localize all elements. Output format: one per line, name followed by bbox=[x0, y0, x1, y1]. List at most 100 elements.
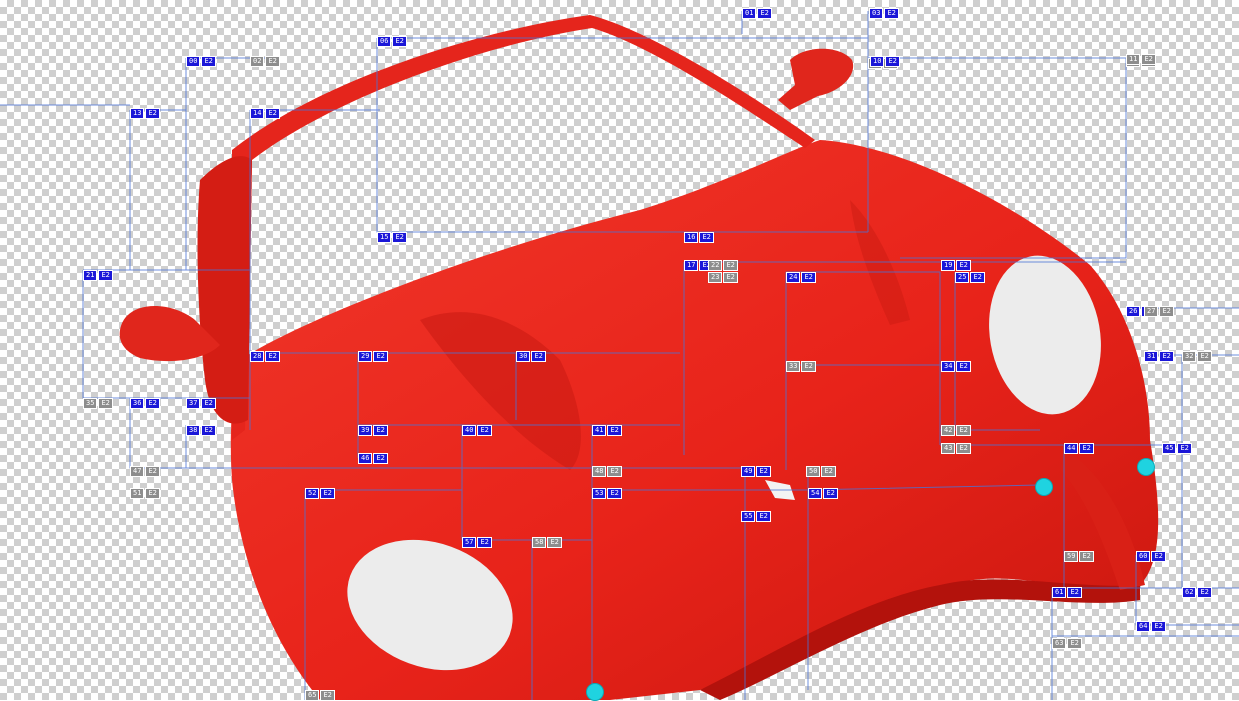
tag-37[interactable]: 37 E2 bbox=[186, 398, 216, 409]
tag-mark: E2 bbox=[265, 108, 280, 119]
tag-40[interactable]: 40 E2 bbox=[462, 425, 492, 436]
tag-19[interactable]: 19 E2 bbox=[941, 260, 971, 271]
handle-bottom[interactable] bbox=[586, 683, 604, 701]
right-mirror bbox=[778, 48, 854, 110]
mesh-editor-viewport[interactable]: 00E201E202E203E204E205E206E210E211E213E2… bbox=[0, 0, 1239, 701]
tag-29[interactable]: 29 E2 bbox=[358, 351, 388, 362]
tag-42[interactable]: 42 E2 bbox=[941, 425, 971, 436]
tag-51[interactable]: 51 E2 bbox=[130, 488, 160, 499]
tag-54[interactable]: 54 E2 bbox=[808, 488, 838, 499]
tag-11[interactable]: 11 E2 bbox=[1126, 54, 1156, 65]
tag-id: 41 bbox=[592, 425, 607, 436]
tag-65[interactable]: 65 E2 bbox=[305, 690, 335, 701]
tag-id: 16 bbox=[684, 232, 699, 243]
tag-15[interactable]: 15 E2 bbox=[377, 232, 407, 243]
tag-id: 00 bbox=[186, 56, 201, 67]
tag-24[interactable]: 24 E2 bbox=[786, 272, 816, 283]
tag-00[interactable]: 00 E2 bbox=[186, 56, 216, 67]
tag-id: 30 bbox=[516, 351, 531, 362]
tag-06[interactable]: 06 E2 bbox=[377, 36, 407, 47]
tag-52[interactable]: 52 E2 bbox=[305, 488, 335, 499]
handle-bumper-left[interactable] bbox=[1035, 478, 1053, 496]
tag-27[interactable]: 27 E2 bbox=[1144, 306, 1174, 317]
tag-mark: E2 bbox=[98, 398, 113, 409]
tag-id: 61 bbox=[1052, 587, 1067, 598]
tag-id: 31 bbox=[1144, 351, 1159, 362]
tag-mark: E2 bbox=[373, 351, 388, 362]
tag-38[interactable]: 38 E2 bbox=[186, 425, 216, 436]
tag-id: 33 bbox=[786, 361, 801, 372]
tag-33[interactable]: 33 E2 bbox=[786, 361, 816, 372]
tag-62[interactable]: 62 E2 bbox=[1182, 587, 1212, 598]
tag-id: 49 bbox=[741, 466, 756, 477]
tag-13[interactable]: 13 E2 bbox=[130, 108, 160, 119]
tag-mark: E2 bbox=[373, 453, 388, 464]
tag-47[interactable]: 47 E2 bbox=[130, 466, 160, 477]
tag-02[interactable]: 02 E2 bbox=[250, 56, 280, 67]
tag-21[interactable]: 21 E2 bbox=[83, 270, 113, 281]
tag-id: 55 bbox=[741, 511, 756, 522]
tag-id: 02 bbox=[250, 56, 265, 67]
tag-id: 13 bbox=[130, 108, 145, 119]
tag-mark: E2 bbox=[547, 537, 562, 548]
tag-46[interactable]: 46 E2 bbox=[358, 453, 388, 464]
tag-id: 34 bbox=[941, 361, 956, 372]
tag-id: 28 bbox=[250, 351, 265, 362]
tag-mark: E2 bbox=[1151, 551, 1166, 562]
tag-57[interactable]: 57 E2 bbox=[462, 537, 492, 548]
tag-id: 06 bbox=[377, 36, 392, 47]
tag-mark: E2 bbox=[801, 361, 816, 372]
tag-50[interactable]: 50 E2 bbox=[806, 466, 836, 477]
tag-mark: E2 bbox=[1151, 621, 1166, 632]
tag-59[interactable]: 59 E2 bbox=[1064, 551, 1094, 562]
tag-61[interactable]: 61 E2 bbox=[1052, 587, 1082, 598]
tag-36[interactable]: 36 E2 bbox=[130, 398, 160, 409]
tag-41[interactable]: 41 E2 bbox=[592, 425, 622, 436]
tag-mark: E2 bbox=[477, 425, 492, 436]
tag-id: 21 bbox=[83, 270, 98, 281]
tag-43[interactable]: 43 E2 bbox=[941, 443, 971, 454]
tag-32[interactable]: 32 E2 bbox=[1182, 351, 1212, 362]
tag-mark: E2 bbox=[956, 425, 971, 436]
tag-63[interactable]: 63 E2 bbox=[1052, 638, 1082, 649]
handle-bumper-right[interactable] bbox=[1137, 458, 1155, 476]
tag-mark: E2 bbox=[607, 466, 622, 477]
tag-30[interactable]: 30 E2 bbox=[516, 351, 546, 362]
tag-53[interactable]: 53 E2 bbox=[592, 488, 622, 499]
tag-mark: E2 bbox=[477, 537, 492, 548]
tag-mark: E2 bbox=[1159, 306, 1174, 317]
tag-44[interactable]: 44 E2 bbox=[1064, 443, 1094, 454]
tag-10[interactable]: 10 E2 bbox=[870, 56, 900, 67]
tag-id: 65 bbox=[305, 690, 320, 701]
tag-mark: E2 bbox=[145, 398, 160, 409]
tag-64[interactable]: 64 E2 bbox=[1136, 621, 1166, 632]
tag-03[interactable]: 03 E2 bbox=[869, 8, 899, 19]
tag-16[interactable]: 16 E2 bbox=[684, 232, 714, 243]
tag-mark: E2 bbox=[699, 232, 714, 243]
tag-id: 46 bbox=[358, 453, 373, 464]
tag-31[interactable]: 31 E2 bbox=[1144, 351, 1174, 362]
tag-35[interactable]: 35 E2 bbox=[83, 398, 113, 409]
tag-55[interactable]: 55 E2 bbox=[741, 511, 771, 522]
tag-mark: E2 bbox=[821, 466, 836, 477]
tag-mark: E2 bbox=[956, 361, 971, 372]
tag-mark: E2 bbox=[1079, 551, 1094, 562]
tag-34[interactable]: 34 E2 bbox=[941, 361, 971, 372]
tag-01[interactable]: 01 E2 bbox=[742, 8, 772, 19]
tag-mark: E2 bbox=[723, 272, 738, 283]
tag-mark: E2 bbox=[1197, 587, 1212, 598]
tag-48[interactable]: 48 E2 bbox=[592, 466, 622, 477]
tag-23[interactable]: 23 E2 bbox=[708, 272, 738, 283]
tag-14[interactable]: 14 E2 bbox=[250, 108, 280, 119]
tag-60[interactable]: 60 E2 bbox=[1136, 551, 1166, 562]
tag-id: 58 bbox=[532, 537, 547, 548]
tag-id: 37 bbox=[186, 398, 201, 409]
tag-22[interactable]: 22 E2 bbox=[708, 260, 738, 271]
tag-49[interactable]: 49 E2 bbox=[741, 466, 771, 477]
tag-58[interactable]: 58 E2 bbox=[532, 537, 562, 548]
tag-39[interactable]: 39 E2 bbox=[358, 425, 388, 436]
tag-25[interactable]: 25 E2 bbox=[955, 272, 985, 283]
tag-45[interactable]: 45 E2 bbox=[1162, 443, 1192, 454]
tag-mark: E2 bbox=[823, 488, 838, 499]
tag-28[interactable]: 28 E2 bbox=[250, 351, 280, 362]
